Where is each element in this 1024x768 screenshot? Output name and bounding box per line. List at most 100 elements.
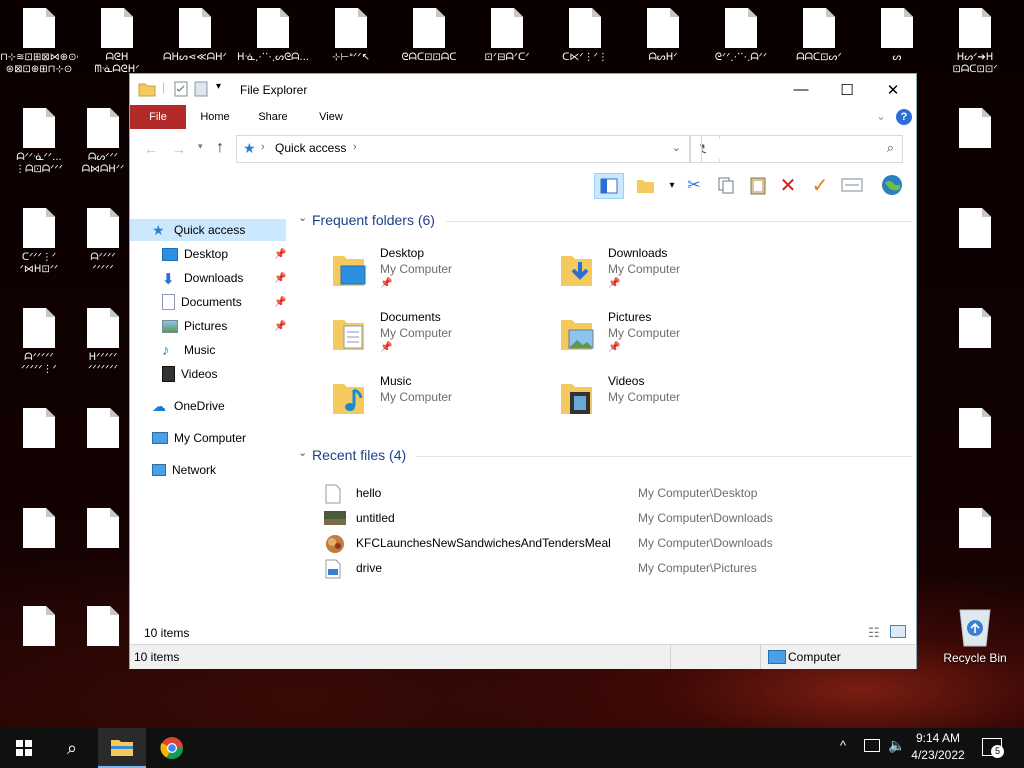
desktop-file-icon[interactable]: ⊡ᐟ⊟ᗩᐟᑕᐟ [468, 8, 546, 64]
breadcrumb-quick-access[interactable]: Quick access [275, 141, 346, 155]
collapse-chevron-icon[interactable]: ⌄ [298, 446, 307, 459]
minimize-button[interactable]: — [778, 74, 824, 105]
new-folder-icon[interactable] [194, 81, 208, 100]
frequent-folders-heading[interactable]: Frequent folders (6) [312, 212, 435, 228]
desktop-file-icon[interactable]: ᗩᕼᔕ⋖≪ᗩᕼᐟ [156, 8, 234, 64]
desktop-file-icon[interactable]: ᑕᐟᐟᐟ⋮ᐟ ᐟ⋈ᕼ⊡ᐟᐟ [0, 208, 78, 276]
nav-videos[interactable]: Videos [130, 363, 288, 385]
nav-my-computer[interactable]: My Computer [130, 427, 288, 449]
delete-icon[interactable]: ✕ [776, 173, 800, 197]
cut-icon[interactable]: ✂ [682, 173, 706, 197]
desktop-file-icon[interactable]: ᑕ⋉ᐟ⋮ᐟ⋮ [546, 8, 624, 64]
network-status-icon[interactable] [864, 739, 880, 752]
address-bar[interactable]: ★ › Quick access › ⌄ [236, 135, 690, 163]
desktop-file-icon[interactable]: ⊹⊢ᐤᐟᐟ↖ [312, 8, 390, 64]
forward-icon[interactable]: → [172, 141, 186, 157]
details-view-icon[interactable]: ☷ [868, 625, 880, 641]
nav-documents[interactable]: Documents 📌 [130, 291, 288, 313]
properties-icon[interactable] [174, 81, 188, 100]
nav-downloads[interactable]: ⬇ Downloads 📌 [130, 267, 288, 289]
desktop-file-icon[interactable]: ᘓᐟᐟ⋰⋱ᗩᐟᐟ [702, 8, 780, 64]
nav-network[interactable]: Network [130, 459, 288, 481]
recent-file-row[interactable]: untitled My Computer\Downloads [324, 507, 884, 529]
folder-music[interactable]: Music My Computer [332, 374, 552, 430]
recent-files-heading[interactable]: Recent files (4) [312, 447, 406, 463]
nav-music[interactable]: ♪ Music [130, 339, 288, 361]
desktop-file-icon[interactable]: ᔕ [858, 8, 936, 64]
desktop-file-icon[interactable] [0, 508, 78, 548]
nav-quick-access[interactable]: ★ Quick access [130, 219, 286, 241]
pin-icon[interactable]: 📌 [274, 297, 286, 308]
pin-icon[interactable]: 📌 [274, 249, 286, 260]
taskbar-chrome[interactable] [148, 728, 196, 768]
desktop-file-icon[interactable] [0, 606, 78, 646]
desktop-file-icon[interactable]: ᕼᔕᐟ➔ᕼ ⊡ᗩᑕ⊡⊡ᐟ [936, 8, 1014, 76]
desktop-file-icon[interactable]: ᗩᐟᐟᐟᐟᐟ ᐟᐟᐟᐟᐟ⋮ᐟ [0, 308, 78, 376]
pin-icon[interactable]: 📌 [274, 273, 286, 284]
action-center-icon[interactable]: 5 [982, 738, 1004, 758]
desktop-file-icon[interactable]: ⊓⊹≋⊡⊞⊠⋈⊕⊙⊛ ⊛⊠⊡⊕⊞⊓⊹⊙ [0, 8, 78, 76]
volume-icon[interactable]: 🔈 [888, 737, 905, 754]
tab-view[interactable]: View [306, 105, 356, 129]
desktop-file-icon[interactable] [78, 508, 128, 548]
customize-quick-access-icon[interactable]: ▾ [216, 81, 221, 92]
close-button[interactable]: ✕ [870, 74, 916, 105]
desktop-file-icon[interactable]: ᗩᗩᑕ⊡ᔕᐟ [780, 8, 858, 64]
address-dropdown-icon[interactable]: ⌄ [672, 141, 681, 154]
desktop-file-icon[interactable]: ᕼᓍ⋰⋱ᔕᘓᗩ... [234, 8, 312, 64]
desktop-file-icon[interactable]: ᘓᗩᑕ⊡⊡ᗩᑕ [390, 8, 468, 64]
tab-file[interactable]: File [130, 105, 186, 129]
up-arrow-icon[interactable]: ↑ [216, 139, 224, 157]
nav-pictures[interactable]: Pictures 📌 [130, 315, 288, 337]
start-button[interactable] [0, 728, 48, 768]
recent-file-row[interactable]: hello My Computer\Desktop [324, 482, 884, 504]
desktop-file-icon[interactable] [78, 606, 128, 646]
recent-file-row[interactable]: drive My Computer\Pictures [324, 557, 884, 579]
help-icon[interactable]: ? [896, 109, 912, 125]
recent-locations-icon[interactable]: ▾ [198, 141, 203, 152]
maximize-button[interactable]: ☐ [824, 74, 870, 105]
folder-pictures[interactable]: Pictures My Computer 📌 [560, 310, 780, 366]
folder-documents[interactable]: Documents My Computer 📌 [332, 310, 552, 366]
clock[interactable]: 9:14 AM 4/23/2022 [906, 731, 970, 762]
search-button[interactable]: ⌕ [48, 728, 96, 768]
globe-icon[interactable] [880, 173, 904, 197]
tab-share[interactable]: Share [248, 105, 298, 129]
large-icons-view-icon[interactable] [890, 625, 906, 638]
desktop-file-icon[interactable] [936, 508, 1014, 548]
show-hidden-icons-icon[interactable]: ^ [840, 738, 846, 753]
collapse-chevron-icon[interactable]: ⌄ [298, 211, 307, 224]
desktop-file-icon[interactable]: ᗩᔕᐟᐟᐟ ᗩ⋈ᗩᕼᐟᐟ [78, 108, 128, 176]
rename-check-icon[interactable]: ✓ [808, 173, 832, 197]
pin-icon[interactable]: 📌 [274, 321, 286, 332]
desktop-file-icon[interactable]: ᗩᘓᕼ ᗰᓍᗩᘓᕼᐟ [78, 8, 156, 76]
desktop-file-icon[interactable] [936, 308, 1014, 348]
back-icon[interactable]: ← [144, 141, 158, 157]
search-box[interactable]: ⌕ [701, 135, 903, 163]
desktop-file-icon[interactable] [936, 208, 1014, 248]
desktop-file-icon[interactable] [78, 408, 128, 448]
desktop-file-icon[interactable] [0, 408, 78, 448]
desktop-file-icon[interactable]: ᗩᐟᐟᐟᐟ ᐟᐟᐟᐟᐟ [78, 208, 128, 276]
recycle-bin[interactable]: Recycle Bin [936, 604, 1014, 664]
tab-home[interactable]: Home [190, 105, 240, 129]
copy-icon[interactable] [714, 173, 738, 197]
desktop-file-icon[interactable] [936, 108, 1014, 148]
paste-icon[interactable] [746, 173, 770, 197]
folder-downloads[interactable]: Downloads My Computer 📌 [560, 246, 780, 302]
nav-onedrive[interactable]: ☁ OneDrive [130, 395, 288, 417]
folder-videos[interactable]: Videos My Computer [560, 374, 780, 430]
properties-card-icon[interactable] [840, 173, 864, 197]
desktop-file-icon[interactable] [936, 408, 1014, 448]
folder-desktop[interactable]: Desktop My Computer 📌 [332, 246, 552, 302]
desktop-file-icon[interactable]: ᕼᐟᐟᐟᐟᐟ ᐟᐟᐟᐟᐟᐟᐟ [78, 308, 128, 376]
preview-pane-icon[interactable] [594, 173, 624, 199]
search-input[interactable] [706, 139, 874, 159]
taskbar-file-explorer[interactable] [98, 728, 146, 768]
desktop-file-icon[interactable]: ᗩᔕᕼᐟ [624, 8, 702, 64]
new-item-icon[interactable] [634, 173, 658, 197]
nav-desktop[interactable]: Desktop 📌 [130, 243, 288, 265]
dropdown-icon[interactable]: ▾ [660, 173, 684, 197]
recent-file-row[interactable]: KFCLaunchesNewSandwichesAndTendersMeal M… [324, 532, 884, 554]
expand-ribbon-icon[interactable]: ⌄ [876, 109, 886, 123]
